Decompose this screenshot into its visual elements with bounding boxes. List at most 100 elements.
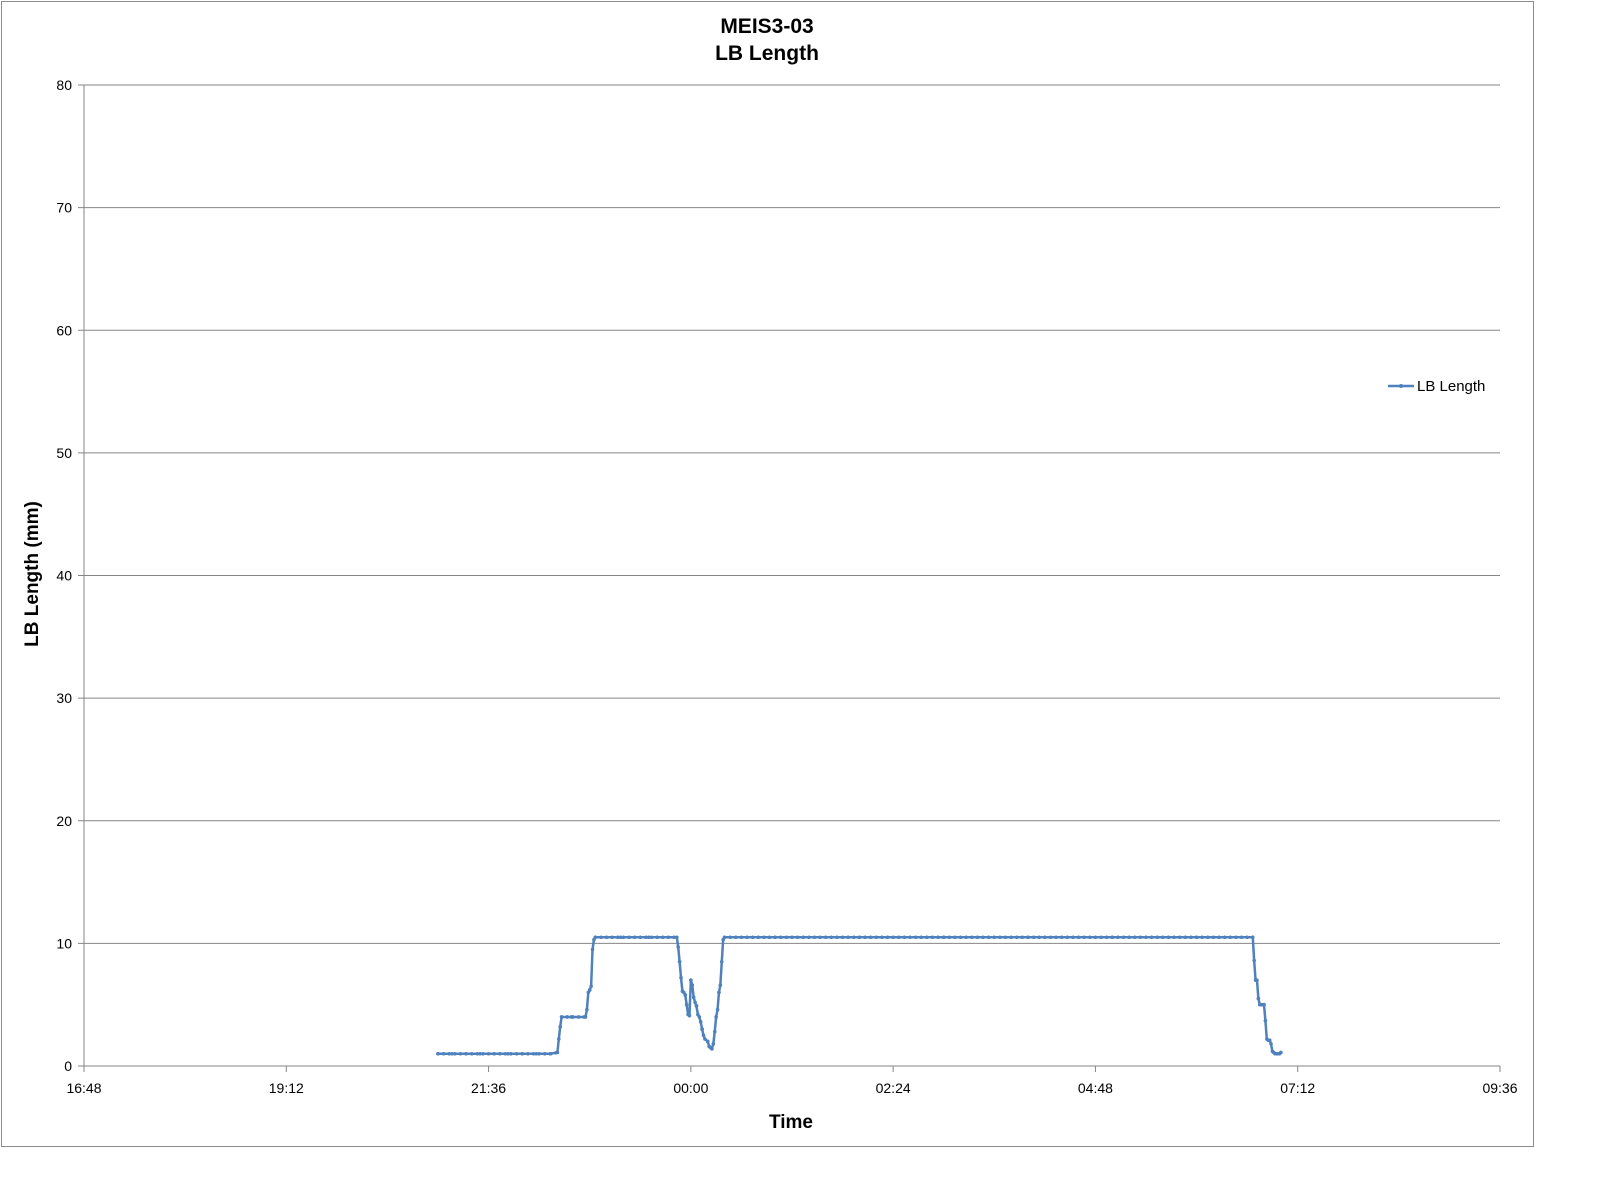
data-point: [1048, 935, 1053, 940]
data-point: [514, 1051, 519, 1056]
data-point: [464, 1051, 468, 1056]
data-point: [1059, 935, 1064, 940]
data-point: [666, 935, 671, 940]
data-point: [880, 935, 884, 940]
data-point: [728, 935, 732, 940]
data-point: [1206, 935, 1210, 940]
data-point: [756, 935, 761, 940]
data-point: [722, 935, 727, 940]
data-point: [1239, 935, 1244, 940]
data-point: [1026, 935, 1030, 940]
data-point: [498, 1051, 502, 1056]
axes: [78, 84, 1501, 1072]
data-point: [599, 935, 603, 940]
data-point: [700, 1027, 704, 1032]
data-point: [691, 995, 696, 1000]
data-point: [913, 935, 918, 940]
data-point: [908, 935, 912, 940]
data-point: [693, 1000, 697, 1005]
gridlines: [84, 84, 1500, 944]
data-point: [1200, 935, 1204, 940]
data-point: [1263, 1018, 1268, 1023]
data-point: [1252, 958, 1256, 963]
x-tick-label: 09:36: [1482, 1080, 1517, 1096]
y-tick-label: 60: [56, 322, 72, 338]
data-point: [710, 1047, 714, 1051]
data-point: [655, 935, 659, 940]
data-point: [1020, 935, 1025, 940]
x-tick-label: 00:00: [673, 1080, 708, 1096]
data-point: [1054, 935, 1058, 940]
data-point: [506, 1051, 511, 1056]
data-point: [1138, 935, 1143, 940]
data-point: [784, 935, 789, 940]
data-point: [1082, 935, 1086, 940]
data-point: [712, 1029, 717, 1034]
data-point: [569, 1015, 574, 1019]
data-point: [958, 935, 963, 940]
data-point: [1234, 935, 1238, 940]
data-point: [715, 1007, 720, 1012]
data-point: [436, 1051, 440, 1056]
data-point: [469, 1051, 474, 1056]
data-point: [767, 935, 772, 940]
line-chart: MEIS3-03 LB Length 0 10 20 30 40 50 60 70 80 16:…: [22, 15, 1518, 1133]
data-point: [1217, 935, 1221, 940]
data-point: [1116, 935, 1120, 940]
data-point: [687, 1013, 692, 1018]
y-tick-label: 80: [56, 77, 72, 93]
data-point: [1267, 1038, 1272, 1043]
data-point: [1104, 935, 1109, 940]
data-point: [778, 935, 783, 940]
data-point: [964, 935, 968, 940]
data-point: [1110, 935, 1115, 940]
data-point: [660, 935, 665, 940]
data-point: [868, 935, 873, 940]
data-point: [1255, 978, 1259, 982]
data-point: [1043, 935, 1047, 940]
data-point: [1245, 935, 1249, 940]
data-point: [557, 1037, 561, 1041]
data-point: [1088, 935, 1092, 940]
data-point: [604, 935, 609, 940]
chart-title: MEIS3-03: [720, 15, 813, 38]
data-point: [885, 935, 890, 940]
data-point: [718, 983, 723, 987]
data-point: [981, 935, 985, 940]
data-point: [1262, 1002, 1266, 1007]
data-point: [589, 984, 593, 989]
data-point: [520, 1051, 525, 1056]
data-point: [829, 935, 834, 940]
data-point: [590, 947, 595, 952]
data-point: [874, 935, 879, 940]
x-axis-title: Time: [769, 1112, 813, 1133]
data-point: [1211, 935, 1216, 940]
data-point: [998, 935, 1002, 940]
data-point: [986, 935, 991, 940]
data-point: [679, 975, 683, 980]
data-point: [719, 959, 724, 964]
data-point: [1155, 935, 1160, 940]
data-point: [694, 1004, 699, 1008]
data-point: [1161, 935, 1165, 940]
data-point: [697, 1015, 702, 1019]
data-point: [1003, 935, 1008, 940]
data-point: [857, 935, 862, 940]
data-point: [812, 935, 817, 940]
data-point: [632, 935, 637, 940]
data-point: [1183, 935, 1188, 940]
data-point: [1177, 935, 1182, 940]
data-point: [795, 935, 800, 940]
data-point: [925, 935, 929, 940]
data-point: [677, 959, 682, 964]
data-point: [555, 1050, 560, 1055]
data-point: [585, 1007, 589, 1012]
y-tick-label: 40: [56, 568, 72, 584]
data-point: [1172, 935, 1176, 940]
data-point: [1127, 935, 1131, 940]
data-point: [835, 935, 839, 940]
data-point: [559, 1015, 564, 1019]
data-point: [1076, 935, 1081, 940]
data-point: [1194, 935, 1199, 940]
y-tick-label: 30: [56, 690, 72, 706]
